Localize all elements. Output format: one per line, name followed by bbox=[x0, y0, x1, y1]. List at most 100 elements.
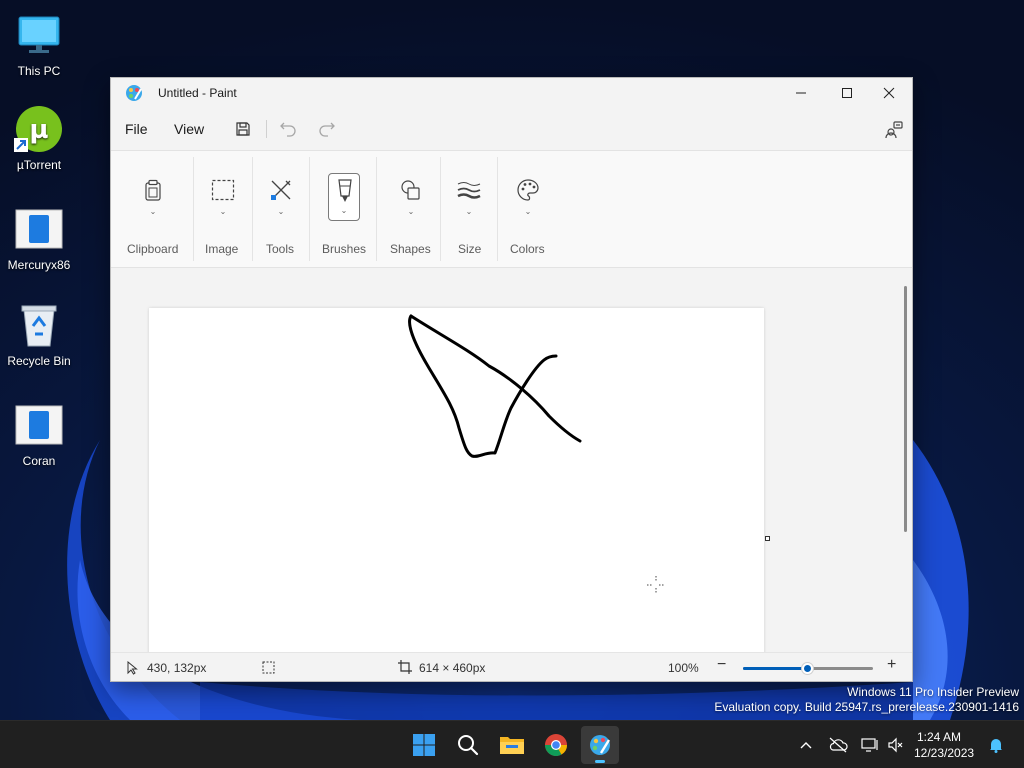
desktop-icon-recycle-bin[interactable]: Recycle Bin bbox=[1, 300, 77, 368]
watermark-build: Evaluation copy. Build 25947.rs_prerelea… bbox=[714, 700, 1019, 714]
zoom-slider[interactable] bbox=[743, 663, 873, 674]
evaluation-watermark: Windows 11 Pro Insider Preview Evaluatio… bbox=[714, 685, 1019, 715]
desktop-icon-label: Recycle Bin bbox=[7, 354, 71, 368]
canvas-size: 614 × 460px bbox=[419, 661, 486, 675]
ribbon-group-size[interactable]: ⌄ Size bbox=[445, 151, 495, 267]
redo-icon bbox=[319, 122, 335, 137]
desktop-icon-coran[interactable]: Coran bbox=[1, 400, 77, 468]
search-icon bbox=[458, 735, 479, 756]
undo-button[interactable] bbox=[276, 118, 300, 140]
chrome-button[interactable] bbox=[537, 726, 575, 764]
redo-button[interactable] bbox=[315, 118, 339, 140]
account-button[interactable] bbox=[882, 118, 906, 140]
start-button[interactable] bbox=[405, 726, 443, 764]
volume-muted-icon bbox=[888, 737, 903, 753]
ribbon-group-brushes[interactable]: ⌄ Brushes bbox=[315, 151, 377, 267]
ribbon-divider bbox=[309, 157, 310, 261]
network-tray-button[interactable] bbox=[860, 735, 880, 755]
ribbon-label-clipboard: Clipboard bbox=[127, 242, 179, 256]
active-app-indicator bbox=[595, 760, 605, 763]
computer-icon bbox=[1, 10, 77, 60]
save-button[interactable] bbox=[231, 118, 255, 140]
menu-bar: File View bbox=[111, 114, 912, 144]
palette-icon bbox=[512, 175, 544, 205]
cursor-position: 430, 132px bbox=[147, 661, 207, 675]
maximize-icon bbox=[842, 88, 852, 98]
crosshair-cursor-icon bbox=[647, 576, 665, 594]
selection-icon bbox=[207, 175, 239, 205]
drawing-canvas[interactable] bbox=[149, 308, 764, 652]
maximize-button[interactable] bbox=[824, 78, 870, 108]
ribbon-group-colors[interactable]: ⌄ Colors bbox=[502, 151, 558, 267]
chevron-down-icon: ⌄ bbox=[219, 207, 227, 216]
file-explorer-button[interactable] bbox=[493, 726, 531, 764]
zoom-out-button[interactable]: − bbox=[717, 656, 726, 674]
ribbon-label-tools: Tools bbox=[266, 242, 295, 256]
chevron-down-icon: ⌄ bbox=[277, 207, 285, 216]
ribbon-group-image[interactable]: ⌄ Image bbox=[198, 151, 250, 267]
view-menu[interactable]: View bbox=[174, 121, 204, 137]
zoom-in-button[interactable]: + bbox=[887, 656, 896, 674]
freehand-stroke bbox=[408, 314, 582, 458]
close-button[interactable] bbox=[866, 78, 912, 108]
cloud-offline-icon bbox=[829, 737, 848, 753]
scrollbar-thumb[interactable] bbox=[904, 286, 907, 532]
chevron-down-icon: ⌄ bbox=[407, 207, 415, 216]
ribbon-label-shapes: Shapes bbox=[390, 242, 431, 256]
paint-window: Untitled - Paint File View ⌄ Clipboard ⌄… bbox=[110, 77, 913, 682]
onedrive-tray-button[interactable] bbox=[828, 735, 848, 755]
show-hidden-icons-button[interactable] bbox=[796, 735, 816, 755]
ribbon-toolbar: ⌄ Clipboard ⌄ Image ⌄ Tools ⌄ Brushes ⌄ … bbox=[111, 150, 912, 268]
clock[interactable]: 1:24 AM 12/23/2023 bbox=[914, 729, 975, 761]
paint-taskbar-button[interactable] bbox=[581, 726, 619, 764]
status-bar: 430, 132px 614 × 460px 100% − + bbox=[111, 652, 912, 681]
watermark-edition: Windows 11 Pro Insider Preview bbox=[847, 685, 1019, 699]
desktop-icon-utorrent[interactable]: µ µTorrent bbox=[1, 104, 77, 172]
window-title: Untitled - Paint bbox=[158, 86, 237, 100]
save-icon bbox=[236, 122, 250, 136]
file-explorer-icon bbox=[500, 737, 524, 754]
volume-tray-button[interactable] bbox=[886, 735, 906, 755]
line-size-icon bbox=[453, 175, 485, 205]
search-button[interactable] bbox=[449, 726, 487, 764]
chevron-down-icon: ⌄ bbox=[149, 207, 157, 216]
canvas-size-icon bbox=[398, 660, 412, 674]
close-icon bbox=[883, 87, 895, 99]
pointer-icon bbox=[127, 661, 138, 675]
ribbon-divider bbox=[497, 157, 498, 261]
chrome-icon bbox=[545, 734, 567, 756]
toolbar-divider bbox=[266, 120, 267, 138]
desktop-icon-mercuryx86[interactable]: Mercuryx86 bbox=[1, 204, 77, 272]
tools-icon bbox=[265, 175, 297, 205]
file-menu[interactable]: File bbox=[125, 121, 148, 137]
undo-icon bbox=[280, 122, 296, 137]
vertical-scrollbar[interactable] bbox=[899, 269, 912, 652]
network-icon bbox=[861, 738, 878, 752]
title-bar[interactable]: Untitled - Paint bbox=[111, 78, 912, 108]
paint-icon bbox=[125, 84, 143, 107]
minimize-button[interactable] bbox=[778, 78, 824, 108]
chevron-down-icon: ⌄ bbox=[465, 207, 473, 216]
ribbon-group-shapes[interactable]: ⌄ Shapes bbox=[381, 151, 441, 267]
zoom-slider-thumb[interactable] bbox=[802, 663, 813, 674]
clock-date: 12/23/2023 bbox=[914, 746, 975, 760]
desktop-icon-label: Mercuryx86 bbox=[7, 258, 71, 272]
chevron-down-icon: ⌄ bbox=[524, 207, 532, 216]
canvas-resize-handle[interactable] bbox=[765, 536, 770, 541]
desktop-icon-label: This PC bbox=[17, 64, 61, 78]
ribbon-group-clipboard[interactable]: ⌄ Clipboard bbox=[121, 151, 185, 267]
desktop-icon-this-pc[interactable]: This PC bbox=[1, 10, 77, 78]
ribbon-divider bbox=[440, 157, 441, 261]
clipboard-icon bbox=[137, 175, 169, 205]
taskbar: 1:24 AM 12/23/2023 bbox=[0, 720, 1024, 768]
utorrent-icon: µ bbox=[1, 104, 77, 154]
ribbon-label-brushes: Brushes bbox=[322, 242, 367, 256]
brush-selector[interactable]: ⌄ bbox=[328, 173, 360, 221]
brush-icon bbox=[338, 179, 352, 202]
desktop-icon-label: µTorrent bbox=[16, 158, 62, 172]
notifications-button[interactable] bbox=[986, 735, 1006, 755]
selection-size-icon bbox=[262, 661, 275, 674]
app-icon bbox=[1, 204, 77, 254]
ribbon-group-tools[interactable]: ⌄ Tools bbox=[257, 151, 309, 267]
recycle-bin-icon bbox=[1, 300, 77, 350]
